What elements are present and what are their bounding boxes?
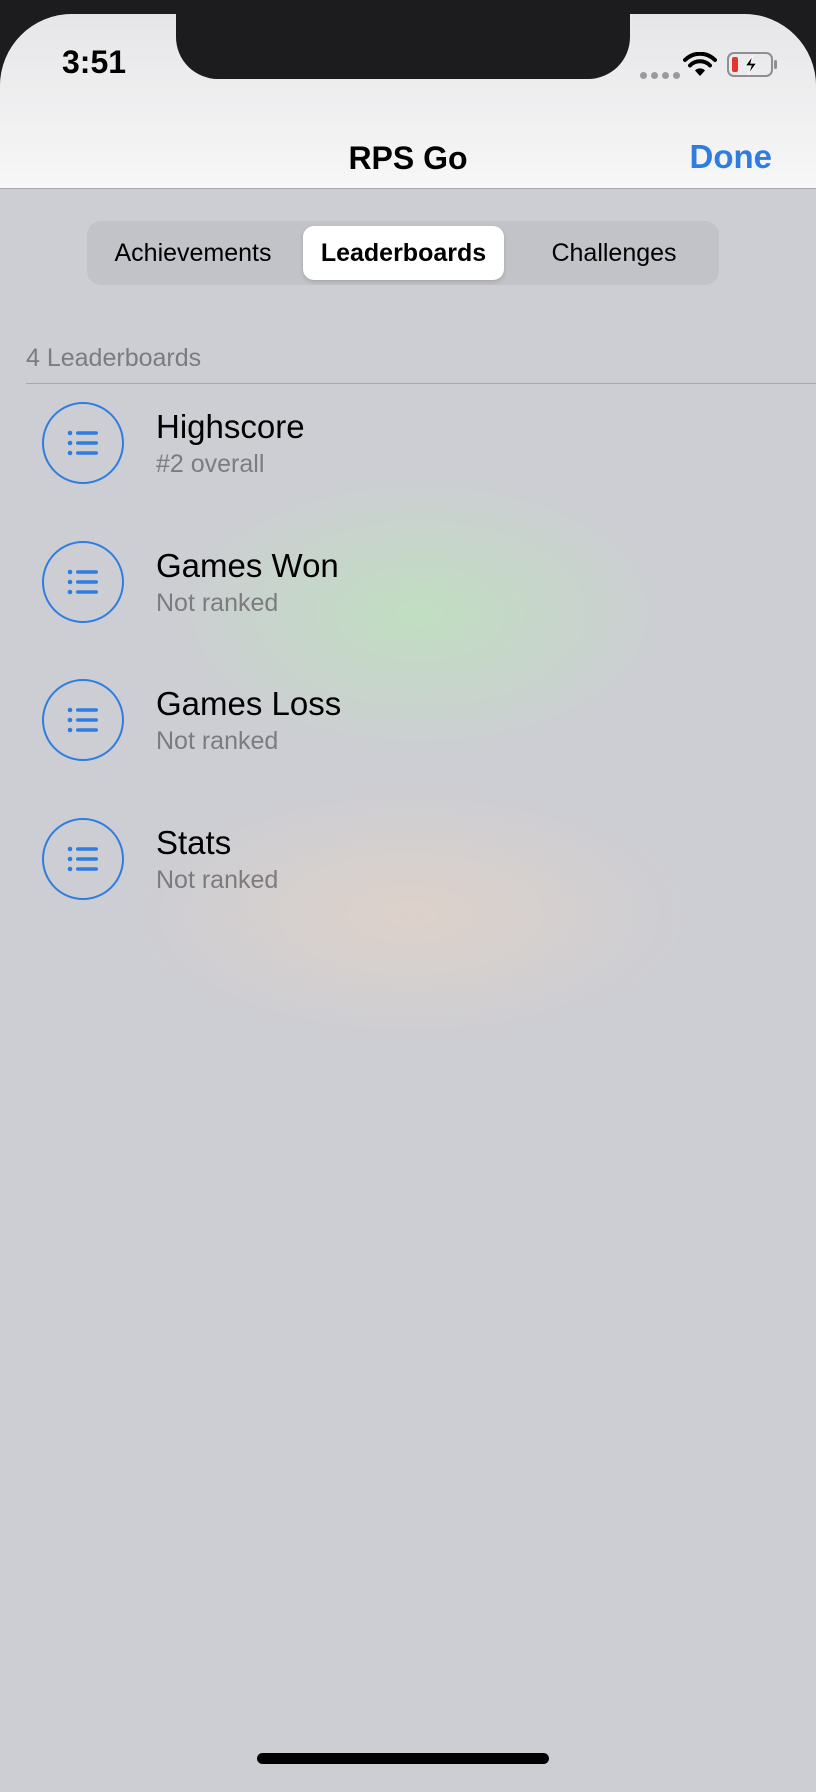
status-time: 3:51 — [62, 44, 127, 80]
cellular-signal-icon — [640, 72, 680, 79]
segmented-control: Achievements Leaderboards Challenges — [87, 221, 719, 285]
leaderboard-title: Games Loss — [156, 685, 342, 722]
leaderboard-row-highscore[interactable]: Highscore #2 overall — [0, 402, 816, 522]
home-indicator[interactable] — [257, 1753, 549, 1764]
section-divider — [26, 383, 816, 384]
leaderboard-title: Highscore — [156, 408, 305, 445]
navigation-bar: 3:51 RPS Go Done — [0, 14, 816, 189]
leaderboard-rank: Not ranked — [156, 589, 279, 617]
battery-icon — [727, 52, 777, 77]
wifi-icon — [683, 52, 717, 76]
leaderboard-rank: #2 overall — [156, 450, 265, 478]
leaderboard-row-games-loss[interactable]: Games Loss Not ranked — [0, 679, 816, 799]
tab-challenges[interactable]: Challenges — [514, 226, 714, 280]
leaderboard-title: Games Won — [156, 547, 339, 584]
tab-leaderboards[interactable]: Leaderboards — [303, 226, 504, 280]
tab-achievements[interactable]: Achievements — [93, 226, 293, 280]
leaderboard-row-stats[interactable]: Stats Not ranked — [0, 818, 816, 938]
leaderboard-title: Stats — [156, 824, 232, 861]
list-icon — [42, 818, 124, 900]
section-header: 4 Leaderboards — [26, 344, 202, 372]
leaderboard-rank: Not ranked — [156, 727, 279, 755]
leaderboard-rank: Not ranked — [156, 866, 279, 894]
done-button[interactable]: Done — [690, 138, 773, 176]
list-icon — [42, 679, 124, 761]
device-notch — [176, 14, 630, 79]
leaderboard-row-games-won[interactable]: Games Won Not ranked — [0, 541, 816, 661]
screen: 3:51 RPS Go Done Achievements Leaderboar… — [0, 14, 816, 1792]
list-icon — [42, 541, 124, 623]
list-icon — [42, 402, 124, 484]
